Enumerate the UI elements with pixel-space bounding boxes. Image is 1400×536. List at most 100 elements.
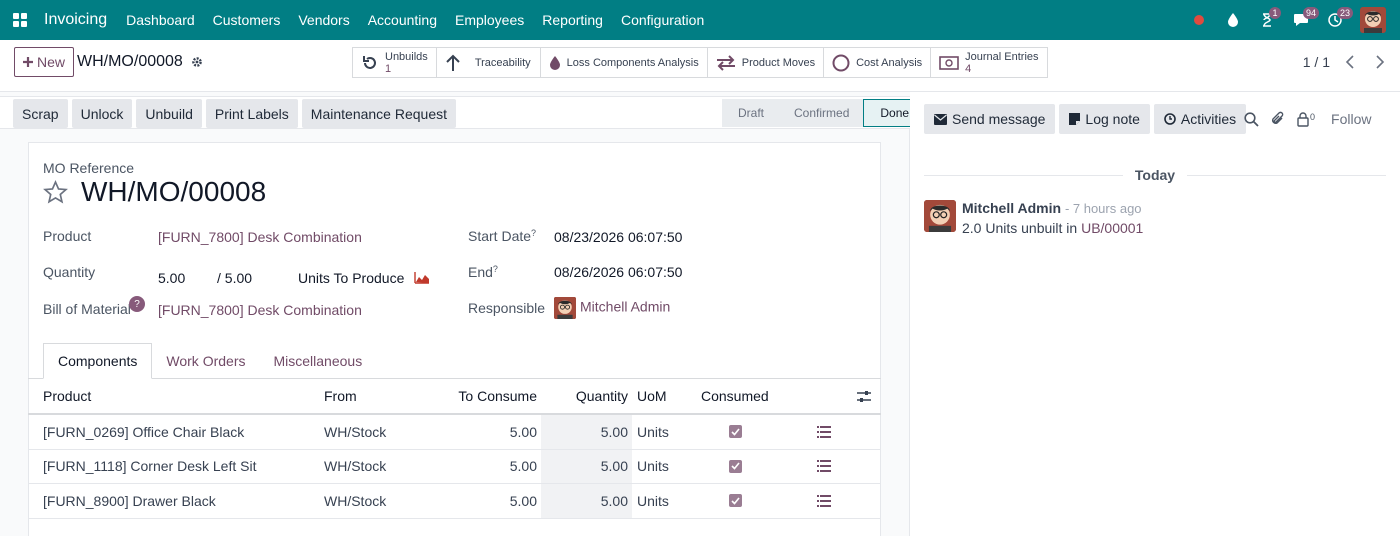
activity-icon[interactable]: 1 <box>1250 0 1284 40</box>
paperclip-icon[interactable] <box>1271 111 1285 127</box>
area-chart-icon[interactable] <box>414 271 430 284</box>
responsible-label: Responsible <box>468 300 546 316</box>
unbuild-button[interactable]: Unbuild <box>136 99 202 128</box>
row-quantity[interactable]: 5.00 <box>541 415 632 449</box>
table-row[interactable]: [FURN_1118] Corner Desk Left Sit WH/Stoc… <box>28 449 881 484</box>
row-from: WH/Stock <box>324 423 387 440</box>
user-avatar[interactable] <box>1360 7 1386 33</box>
message-link[interactable]: UB/00001 <box>1081 220 1143 236</box>
gear-icon[interactable] <box>191 56 203 68</box>
product-value[interactable]: [FURN_7800] Desk Combination <box>158 229 362 245</box>
chevron-left-icon[interactable] <box>1344 55 1358 69</box>
product-moves-button[interactable]: Product Moves <box>708 48 825 77</box>
row-consumed-checkbox[interactable] <box>729 450 742 484</box>
tab-work-orders[interactable]: Work Orders <box>152 343 259 379</box>
message-body: 2.0 Units unbuilt in UB/00001 <box>962 220 1144 236</box>
traceability-button[interactable]: Traceability <box>437 48 541 77</box>
row-uom: Units <box>637 458 669 475</box>
circle-icon <box>832 54 850 71</box>
maintenance-request-button[interactable]: Maintenance Request <box>301 99 456 128</box>
send-message-button[interactable]: Send message <box>924 104 1056 134</box>
product-moves-label: Product Moves <box>741 56 816 69</box>
row-consumed-checkbox[interactable] <box>729 484 742 518</box>
row-product: [FURN_0269] Office Chair Black <box>43 423 245 440</box>
message-avatar[interactable] <box>924 200 956 232</box>
cost-analysis-button[interactable]: Cost Analysis <box>824 48 932 77</box>
detail-list-icon[interactable] <box>817 484 831 518</box>
detail-list-icon[interactable] <box>817 415 831 449</box>
menu-employees[interactable]: Employees <box>446 12 533 28</box>
control-panel: New WH/MO/00008 Unbuilds 1 Traceability L… <box>0 40 1400 92</box>
action-buttons: Scrap Unlock Unbuild Print Labels Mainte… <box>13 99 456 128</box>
drop-icon[interactable] <box>1216 0 1250 40</box>
journal-entries-label: Journal Entries <box>965 50 1039 63</box>
stage-bar: Draft Confirmed Done <box>722 99 925 127</box>
messages-icon[interactable]: 94 <box>1284 0 1320 40</box>
menu-dashboard[interactable]: Dashboard <box>117 12 204 28</box>
end-date-value[interactable]: 08/26/2026 06:07:50 <box>554 264 682 280</box>
quantity-unit: Units To Produce <box>298 270 405 286</box>
scrap-button[interactable]: Scrap <box>13 99 68 128</box>
col-from[interactable]: From <box>324 379 357 413</box>
log-note-button[interactable]: Log note <box>1059 104 1150 134</box>
menu-accounting[interactable]: Accounting <box>359 12 446 28</box>
row-consumed-checkbox[interactable] <box>729 415 742 449</box>
tab-components[interactable]: Components <box>43 343 153 379</box>
star-icon[interactable] <box>43 180 68 205</box>
unlock-button[interactable]: Unlock <box>71 99 133 128</box>
apps-menu-icon[interactable] <box>0 0 40 40</box>
responsible-value[interactable]: Mitchell Admin <box>554 297 670 319</box>
optional-columns-icon[interactable] <box>857 379 871 413</box>
unbuilds-button[interactable]: Unbuilds 1 <box>353 48 437 77</box>
stage-confirmed[interactable]: Confirmed <box>778 99 864 127</box>
row-quantity[interactable]: 5.00 <box>541 449 632 483</box>
new-button[interactable]: New <box>14 47 75 77</box>
row-to-consume: 5.00 <box>509 492 537 509</box>
bom-help-icon[interactable]: ? <box>129 296 145 312</box>
detail-list-icon[interactable] <box>817 450 831 484</box>
search-icon[interactable] <box>1244 111 1259 127</box>
responsible-name: Mitchell Admin <box>580 298 671 315</box>
col-to-consume[interactable]: To Consume <box>428 379 537 413</box>
mo-reference-value[interactable]: WH/MO/00008 <box>81 176 266 208</box>
loss-analysis-button[interactable]: Loss Components Analysis <box>541 48 708 77</box>
col-uom[interactable]: UoM <box>637 379 667 413</box>
quantity-value[interactable]: 5.00 <box>158 270 185 286</box>
app-name[interactable]: Invoicing <box>44 11 107 29</box>
clock-icon <box>1164 113 1176 125</box>
start-date-value[interactable]: 08/23/2026 06:07:50 <box>554 229 682 245</box>
follow-button[interactable]: Follow <box>1331 111 1371 127</box>
record-icon[interactable] <box>1182 0 1216 40</box>
menu-reporting[interactable]: Reporting <box>533 12 612 28</box>
send-message-label: Send message <box>952 111 1046 127</box>
table-row[interactable]: [FURN_8900] Drawer Black WH/Stock 5.00 5… <box>28 484 881 519</box>
date-separator-label: Today <box>1134 167 1176 183</box>
followers-button[interactable]: 0 <box>1297 112 1315 127</box>
bom-value[interactable]: [FURN_7800] Desk Combination <box>158 302 362 318</box>
row-to-consume: 5.00 <box>509 423 537 440</box>
tab-miscellaneous[interactable]: Miscellaneous <box>259 343 376 379</box>
col-quantity[interactable]: Quantity <box>541 379 632 413</box>
journal-entries-button[interactable]: Journal Entries 4 <box>931 48 1046 77</box>
row-to-consume: 5.00 <box>509 458 537 475</box>
pager-value[interactable]: 1 / 1 <box>1303 54 1330 70</box>
activities-button[interactable]: Activities <box>1153 104 1247 134</box>
table-row[interactable]: [FURN_0269] Office Chair Black WH/Stock … <box>28 415 881 450</box>
menu-customers[interactable]: Customers <box>204 12 290 28</box>
start-date-help-icon[interactable]: ? <box>531 228 536 238</box>
clock-icon[interactable]: 23 <box>1318 0 1354 40</box>
message-time: - 7 hours ago <box>1064 201 1142 216</box>
print-labels-button[interactable]: Print Labels <box>205 99 298 128</box>
stage-draft[interactable]: Draft <box>722 99 779 127</box>
chevron-right-icon[interactable] <box>1372 55 1386 69</box>
activities-label: Activities <box>1180 111 1237 127</box>
menu-configuration[interactable]: Configuration <box>612 12 713 28</box>
col-consumed[interactable]: Consumed <box>701 379 769 413</box>
menu-vendors[interactable]: Vendors <box>289 12 358 28</box>
arrow-up-icon <box>446 54 460 71</box>
col-product[interactable]: Product <box>43 379 91 413</box>
message-author[interactable]: Mitchell Admin <box>962 200 1061 216</box>
bom-label: Bill of Material <box>43 301 131 317</box>
row-quantity[interactable]: 5.00 <box>541 484 632 518</box>
end-date-help-icon[interactable]: ? <box>493 264 498 274</box>
